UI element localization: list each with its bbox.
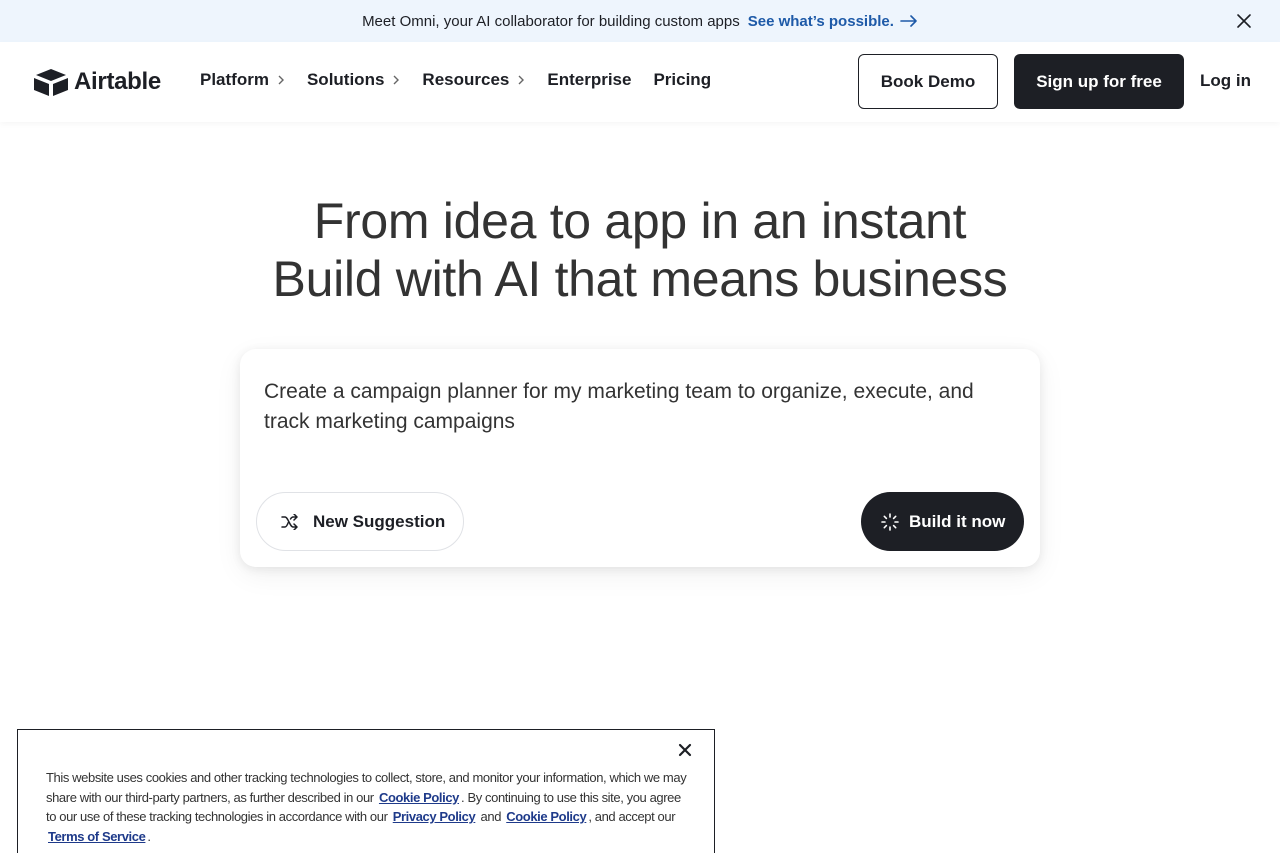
build-it-now-label: Build it now — [909, 511, 1006, 531]
banner-text: Meet Omni, your AI collaborator for buil… — [362, 12, 740, 30]
airtable-logo[interactable]: Airtable — [34, 68, 161, 96]
book-demo-button[interactable]: Book Demo — [858, 54, 998, 109]
cookie-policy-link[interactable]: Cookie Policy — [379, 790, 459, 805]
new-suggestion-label: New Suggestion — [313, 511, 446, 531]
nav-item-label: Enterprise — [547, 70, 632, 89]
prompt-input[interactable]: Create a campaign planner for my marketi… — [264, 377, 1024, 437]
banner-link-label: See what’s possible. — [747, 12, 894, 30]
new-suggestion-button[interactable]: New Suggestion — [256, 492, 464, 551]
cookie-text-part: . — [147, 828, 151, 844]
arrow-right-icon — [900, 15, 917, 27]
logo-text: Airtable — [74, 68, 161, 95]
chevron-right-icon — [393, 75, 400, 85]
nav-item-platform[interactable]: Platform — [200, 70, 285, 90]
nav-item-pricing[interactable]: Pricing — [653, 70, 711, 90]
chevron-right-icon — [518, 75, 525, 85]
spinner-icon — [881, 512, 899, 531]
cookie-consent-dialog: This website uses cookies and other trac… — [17, 729, 715, 853]
login-link[interactable]: Log in — [1200, 71, 1251, 91]
chevron-right-icon — [278, 75, 284, 85]
hero-line-1: From idea to app in an instant — [313, 193, 967, 249]
nav-item-enterprise[interactable]: Enterprise — [547, 70, 631, 90]
prompt-card: Create a campaign planner for my marketi… — [240, 349, 1040, 567]
nav-item-label: Resources — [422, 70, 510, 89]
build-it-now-button[interactable]: Build it now — [861, 492, 1024, 551]
nav-item-label: Solutions — [306, 70, 385, 89]
nav-item-label: Pricing — [653, 70, 712, 89]
nav-item-resources[interactable]: Resources — [422, 70, 525, 90]
cookie-text: This website uses cookies and other trac… — [46, 768, 691, 846]
nav-item-label: Platform — [200, 70, 269, 89]
banner-link[interactable]: See what’s possible. — [748, 13, 918, 30]
nav-menu: Platform Solutions Resources Enterprise … — [200, 70, 733, 90]
signup-button[interactable]: Sign up for free — [1014, 54, 1184, 109]
announcement-banner: Meet Omni, your AI collaborator for buil… — [0, 0, 1280, 42]
terms-of-service-link[interactable]: Terms of Service — [48, 829, 146, 844]
close-icon[interactable] — [678, 743, 692, 757]
nav-item-solutions[interactable]: Solutions — [307, 70, 400, 90]
cookie-text-part: , and accept our — [588, 809, 676, 825]
cookie-policy-link-2[interactable]: Cookie Policy — [506, 809, 586, 824]
cookie-text-part: and — [480, 809, 502, 825]
hero-heading: From idea to app in an instant Build wit… — [0, 192, 1280, 308]
main-nav: Airtable Platform Solutions Resources En… — [0, 42, 1280, 122]
privacy-policy-link[interactable]: Privacy Policy — [393, 809, 476, 824]
hero-line-2: Build with AI that means business — [272, 251, 1008, 307]
close-icon[interactable] — [1236, 13, 1252, 29]
shuffle-icon — [281, 513, 298, 530]
airtable-logo-icon — [34, 69, 68, 96]
